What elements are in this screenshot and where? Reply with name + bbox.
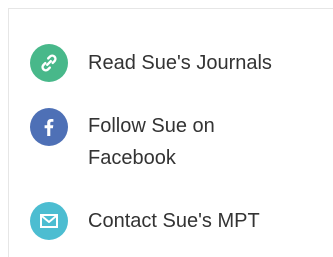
facebook-link[interactable]: Follow Sue on Facebook bbox=[30, 108, 298, 174]
facebook-label[interactable]: Follow Sue on Facebook bbox=[88, 110, 298, 174]
read-journals-link[interactable]: Read Sue's Journals bbox=[30, 44, 298, 82]
envelope-icon bbox=[30, 202, 68, 240]
links-panel: Read Sue's Journals Follow Sue on Facebo… bbox=[8, 8, 333, 257]
contact-mpt-label[interactable]: Contact Sue's MPT bbox=[88, 205, 298, 237]
link-icon bbox=[30, 44, 68, 82]
contact-mpt-link[interactable]: Contact Sue's MPT bbox=[30, 202, 298, 240]
link-list: Read Sue's Journals Follow Sue on Facebo… bbox=[9, 9, 333, 257]
read-journals-label[interactable]: Read Sue's Journals bbox=[88, 47, 298, 79]
facebook-icon bbox=[30, 108, 68, 146]
